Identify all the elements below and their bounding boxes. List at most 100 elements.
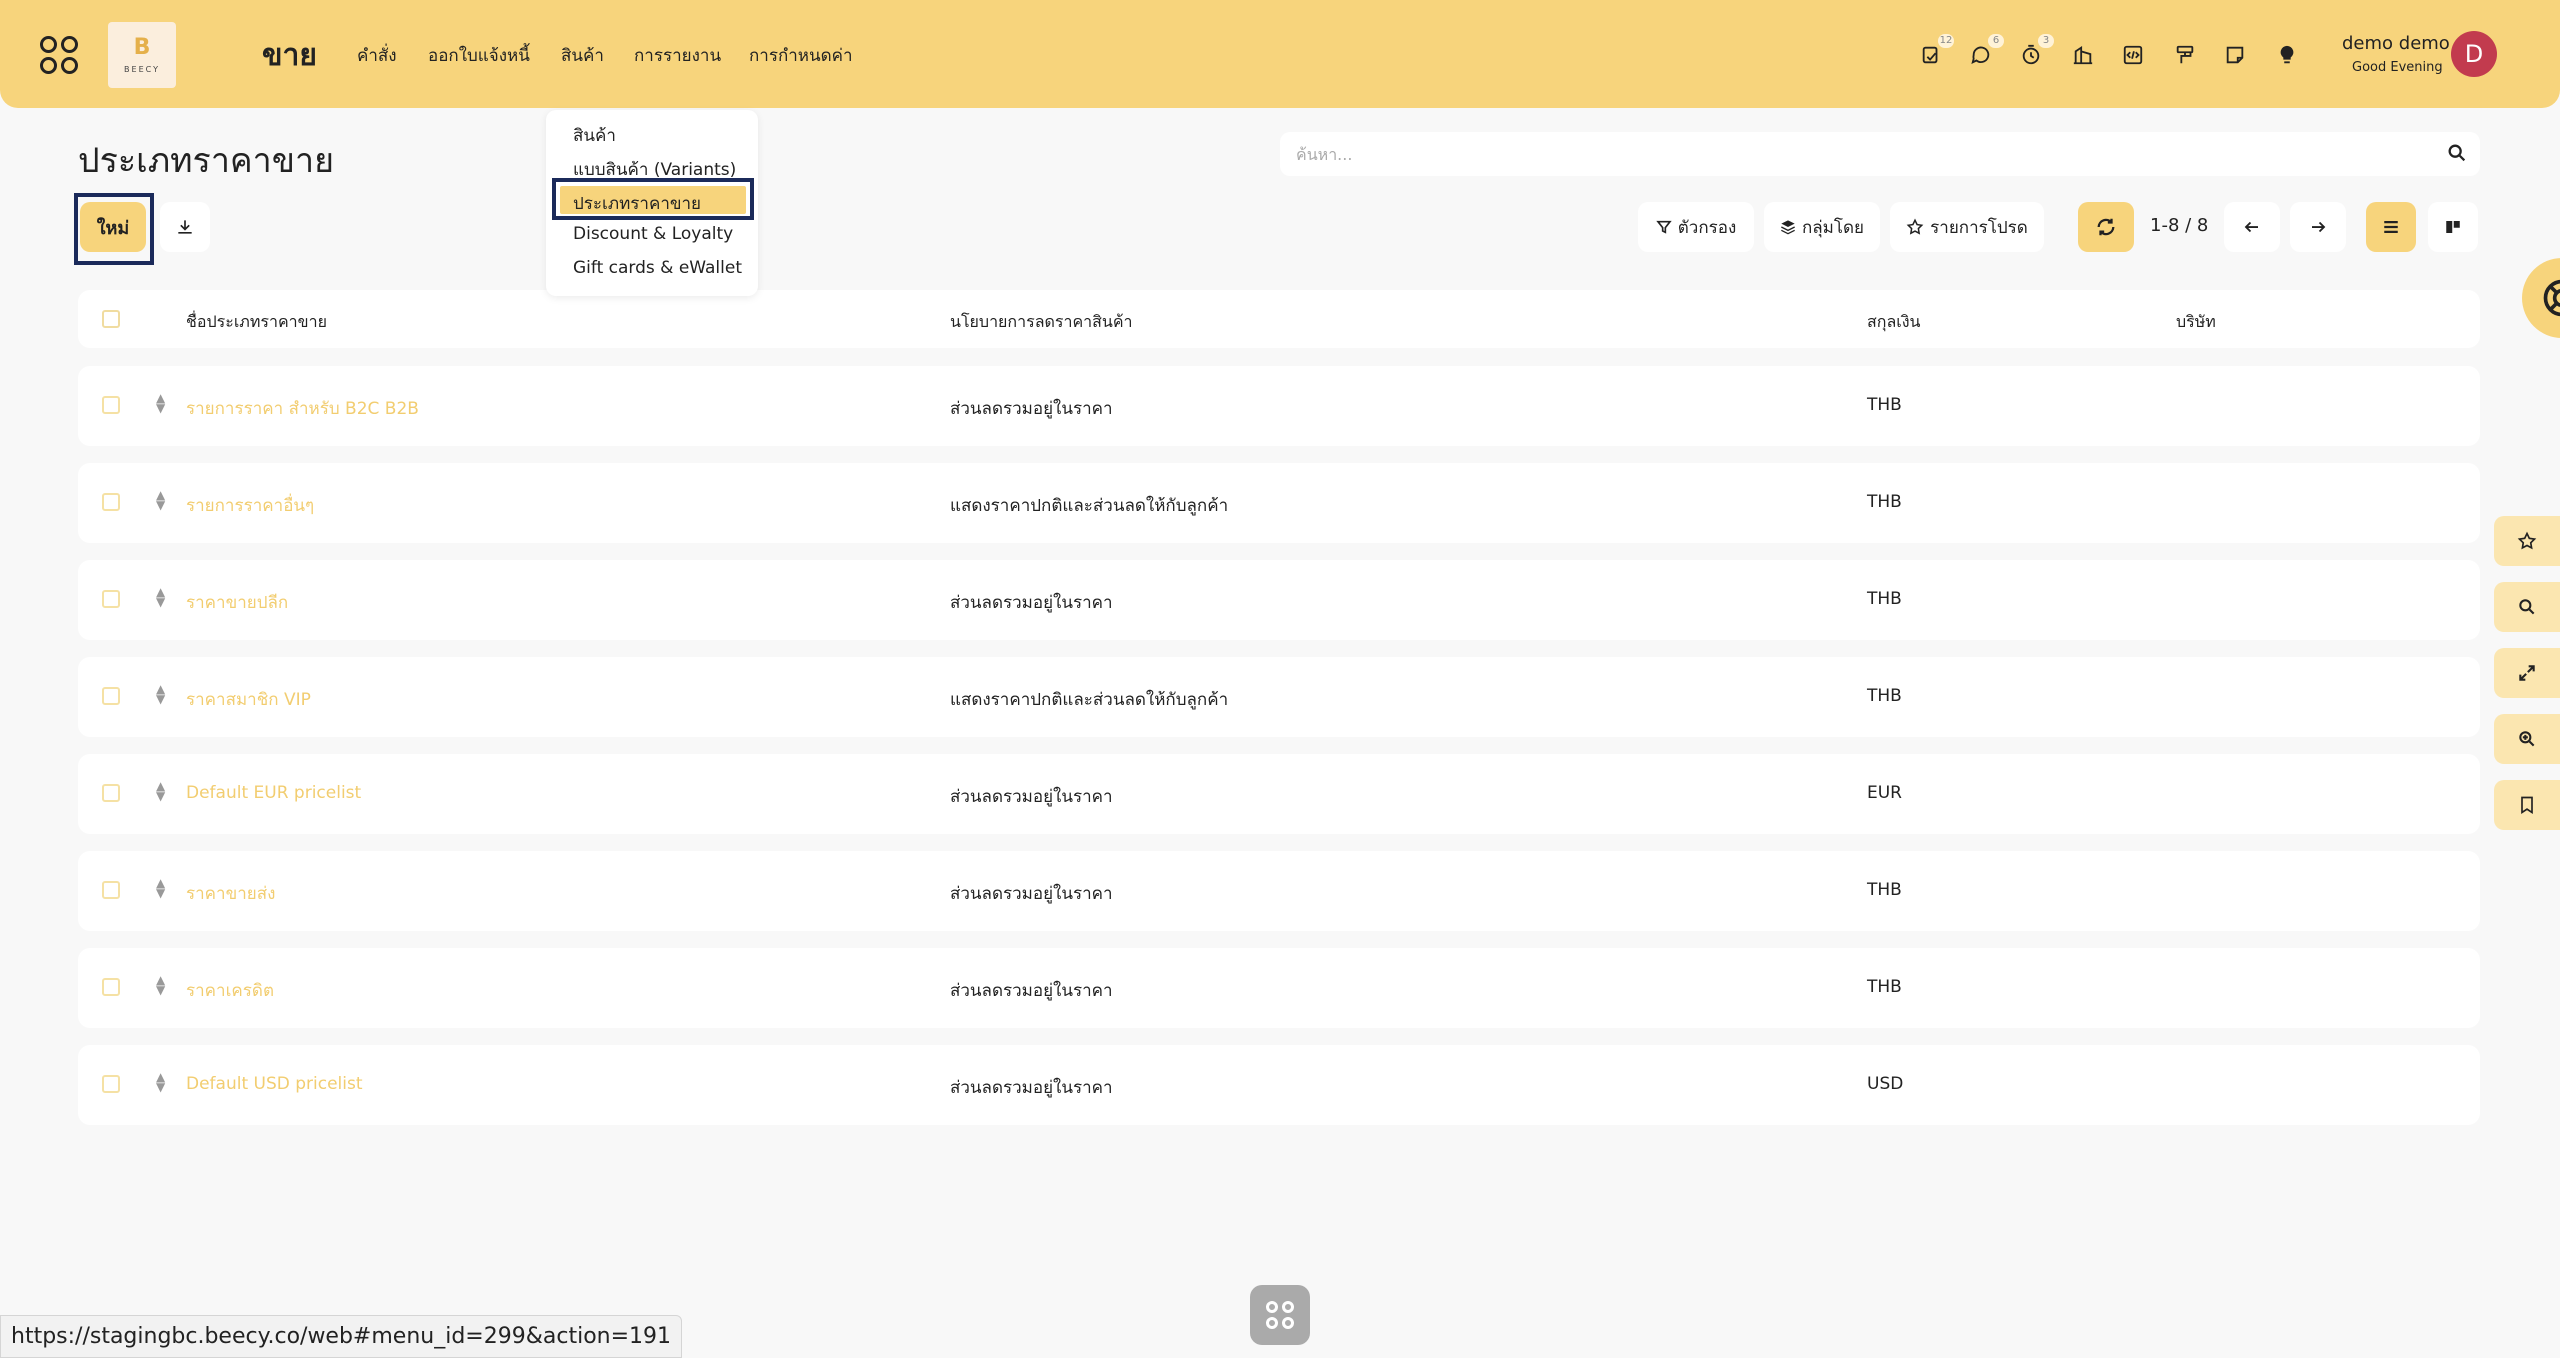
table-row[interactable]: ▲ ▼ รายการราคา สำหรับ B2C B2B ส่วนลดรวมอย… xyxy=(78,366,2480,446)
select-all-checkbox[interactable] xyxy=(102,310,120,328)
table-row[interactable]: ▲ ▼ ราคาขายปลีก ส่วนลดรวมอยู่ในราคา THB xyxy=(78,560,2480,640)
arrow-right-icon xyxy=(2312,221,2326,233)
column-header-company[interactable]: บริษัท xyxy=(2176,310,2216,335)
zoom-in-icon xyxy=(2519,731,2535,747)
arrow-left-icon xyxy=(2244,221,2258,233)
drag-handle-icon[interactable]: ▲ ▼ xyxy=(156,683,168,708)
row-policy: ส่วนลดรวมอยู่ในราคา xyxy=(950,593,1113,613)
drag-handle-icon[interactable]: ▲ ▼ xyxy=(156,780,168,805)
dropdown-item-variants[interactable]: แบบสินค้า (Variants) xyxy=(573,156,736,183)
table-row[interactable]: ▲ ▼ Default EUR pricelist ส่วนลดรวมอยู่ใน… xyxy=(78,754,2480,834)
dropdown-item-products[interactable]: สินค้า xyxy=(573,122,616,149)
row-checkbox[interactable] xyxy=(102,978,120,996)
avatar[interactable]: D xyxy=(2451,31,2497,77)
side-bookmark-button[interactable] xyxy=(2494,780,2560,830)
row-checkbox[interactable] xyxy=(102,687,120,705)
drag-handle-icon[interactable]: ▲ ▼ xyxy=(156,392,168,417)
filter-label: ตัวกรอง xyxy=(1677,217,1737,237)
row-checkbox[interactable] xyxy=(102,784,120,802)
apps-menu-icon[interactable] xyxy=(40,36,78,74)
menu-products[interactable]: สินค้า xyxy=(561,42,604,69)
row-checkbox[interactable] xyxy=(102,881,120,899)
timer-icon[interactable]: 3 xyxy=(2016,34,2054,70)
app-brand[interactable]: ขาย xyxy=(262,32,317,79)
side-favorite-button[interactable] xyxy=(2494,516,2560,566)
pager-value[interactable]: 1-8 / 8 xyxy=(2150,215,2208,236)
refresh-button[interactable] xyxy=(2078,202,2134,252)
favorites-button[interactable]: รายการโปรด xyxy=(1890,202,2044,252)
table-row[interactable]: ▲ ▼ Default USD pricelist ส่วนลดรวมอยู่ใน… xyxy=(78,1045,2480,1125)
column-header-policy[interactable]: นโยบายการลดราคาสินค้า xyxy=(950,310,1133,335)
chat-icon[interactable]: 6 xyxy=(1966,34,2004,70)
row-checkbox[interactable] xyxy=(102,493,120,511)
row-policy: แสดงราคาปกติและส่วนลดให้กับลูกค้า xyxy=(950,496,1229,516)
activity-icon[interactable]: 12 xyxy=(1916,34,1954,70)
search-icon[interactable] xyxy=(2446,142,2468,164)
timer-badge: 3 xyxy=(2038,34,2054,48)
menu-invoicing[interactable]: ออกใบแจ้งหนี้ xyxy=(428,42,530,69)
row-checkbox[interactable] xyxy=(102,396,120,414)
drag-handle-icon[interactable]: ▲ ▼ xyxy=(156,1071,168,1096)
menu-reporting[interactable]: การรายงาน xyxy=(634,42,721,69)
table-row[interactable]: ▲ ▼ ราคาขายส่ง ส่วนลดรวมอยู่ในราคา THB xyxy=(78,851,2480,931)
row-name[interactable]: ราคาเครดิต xyxy=(186,977,274,1004)
row-currency: USD xyxy=(1867,1074,1904,1094)
logo-text: BEECY xyxy=(124,64,160,74)
lightbulb-icon[interactable] xyxy=(2272,40,2302,70)
table-row[interactable]: ▲ ▼ ราคาเครดิต ส่วนลดรวมอยู่ในราคา THB xyxy=(78,948,2480,1028)
note-icon[interactable] xyxy=(2220,40,2250,70)
company-switch-icon[interactable] xyxy=(2068,40,2098,70)
list-view-icon xyxy=(2384,221,2398,233)
dropdown-item-pricelists[interactable]: ประเภทราคาขาย xyxy=(573,190,701,217)
search-input[interactable] xyxy=(1296,142,2396,166)
row-currency: THB xyxy=(1867,977,1902,997)
drag-handle-icon[interactable]: ▲ ▼ xyxy=(156,489,168,514)
row-name[interactable]: Default EUR pricelist xyxy=(186,783,361,803)
company-logo[interactable]: B BEECY xyxy=(108,22,176,88)
row-name[interactable]: รายการราคาอื่นๆ xyxy=(186,492,314,519)
user-name[interactable]: demo demo xyxy=(2342,33,2450,54)
code-icon[interactable] xyxy=(2118,40,2148,70)
column-header-name[interactable]: ชื่อประเภทราคาขาย xyxy=(186,310,327,335)
group-by-button[interactable]: กลุ่มโดย xyxy=(1764,202,1880,252)
url-status-bar: https://stagingbc.beecy.co/web#menu_id=2… xyxy=(0,1315,683,1358)
new-button[interactable]: ใหม่ xyxy=(80,202,146,252)
user-greeting: Good Evening xyxy=(2352,60,2443,75)
row-name[interactable]: ราคาขายส่ง xyxy=(186,880,275,907)
download-button[interactable] xyxy=(160,202,210,252)
row-currency: EUR xyxy=(1867,783,1902,803)
row-name[interactable]: ราคาสมาชิก VIP xyxy=(186,686,311,713)
favorites-label: รายการโปรด xyxy=(1930,217,2028,237)
kanban-view-button[interactable] xyxy=(2428,202,2478,252)
side-zoom-button[interactable] xyxy=(2494,714,2560,764)
assistant-button[interactable] xyxy=(2522,258,2560,338)
row-name[interactable]: รายการราคา สำหรับ B2C B2B xyxy=(186,395,419,422)
row-policy: ส่วนลดรวมอยู่ในราคา xyxy=(950,981,1113,1001)
refresh-icon xyxy=(2097,218,2115,236)
download-icon xyxy=(178,220,192,234)
side-expand-button[interactable] xyxy=(2494,648,2560,698)
menu-configuration[interactable]: การกำหนดค่า xyxy=(749,42,853,69)
row-name[interactable]: Default USD pricelist xyxy=(186,1074,363,1094)
row-checkbox[interactable] xyxy=(102,1075,120,1093)
paint-icon[interactable] xyxy=(2170,40,2200,70)
row-checkbox[interactable] xyxy=(102,590,120,608)
list-view-button[interactable] xyxy=(2366,202,2416,252)
side-search-button[interactable] xyxy=(2494,582,2560,632)
dropdown-item-discount-loyalty[interactable]: Discount & Loyalty xyxy=(573,224,733,244)
top-navbar: B BEECY ขาย คำสั่ง ออกใบแจ้งหนี้ สินค้า … xyxy=(0,0,2560,108)
row-name[interactable]: ราคาขายปลีก xyxy=(186,589,288,616)
bottom-apps-icon[interactable] xyxy=(1250,1285,1310,1345)
dropdown-item-gift-cards[interactable]: Gift cards & eWallet xyxy=(573,258,742,278)
previous-page-button[interactable] xyxy=(2224,202,2280,252)
drag-handle-icon[interactable]: ▲ ▼ xyxy=(156,586,168,611)
next-page-button[interactable] xyxy=(2290,202,2346,252)
filter-button[interactable]: ตัวกรอง xyxy=(1638,202,1754,252)
menu-orders[interactable]: คำสั่ง xyxy=(357,42,397,69)
column-header-currency[interactable]: สกุลเงิน xyxy=(1867,310,1920,335)
row-currency: THB xyxy=(1867,686,1902,706)
table-row[interactable]: ▲ ▼ รายการราคาอื่นๆ แสดงราคาปกติและส่วนลด… xyxy=(78,463,2480,543)
drag-handle-icon[interactable]: ▲ ▼ xyxy=(156,974,168,999)
table-row[interactable]: ▲ ▼ ราคาสมาชิก VIP แสดงราคาปกติและส่วนลดใ… xyxy=(78,657,2480,737)
drag-handle-icon[interactable]: ▲ ▼ xyxy=(156,877,168,902)
